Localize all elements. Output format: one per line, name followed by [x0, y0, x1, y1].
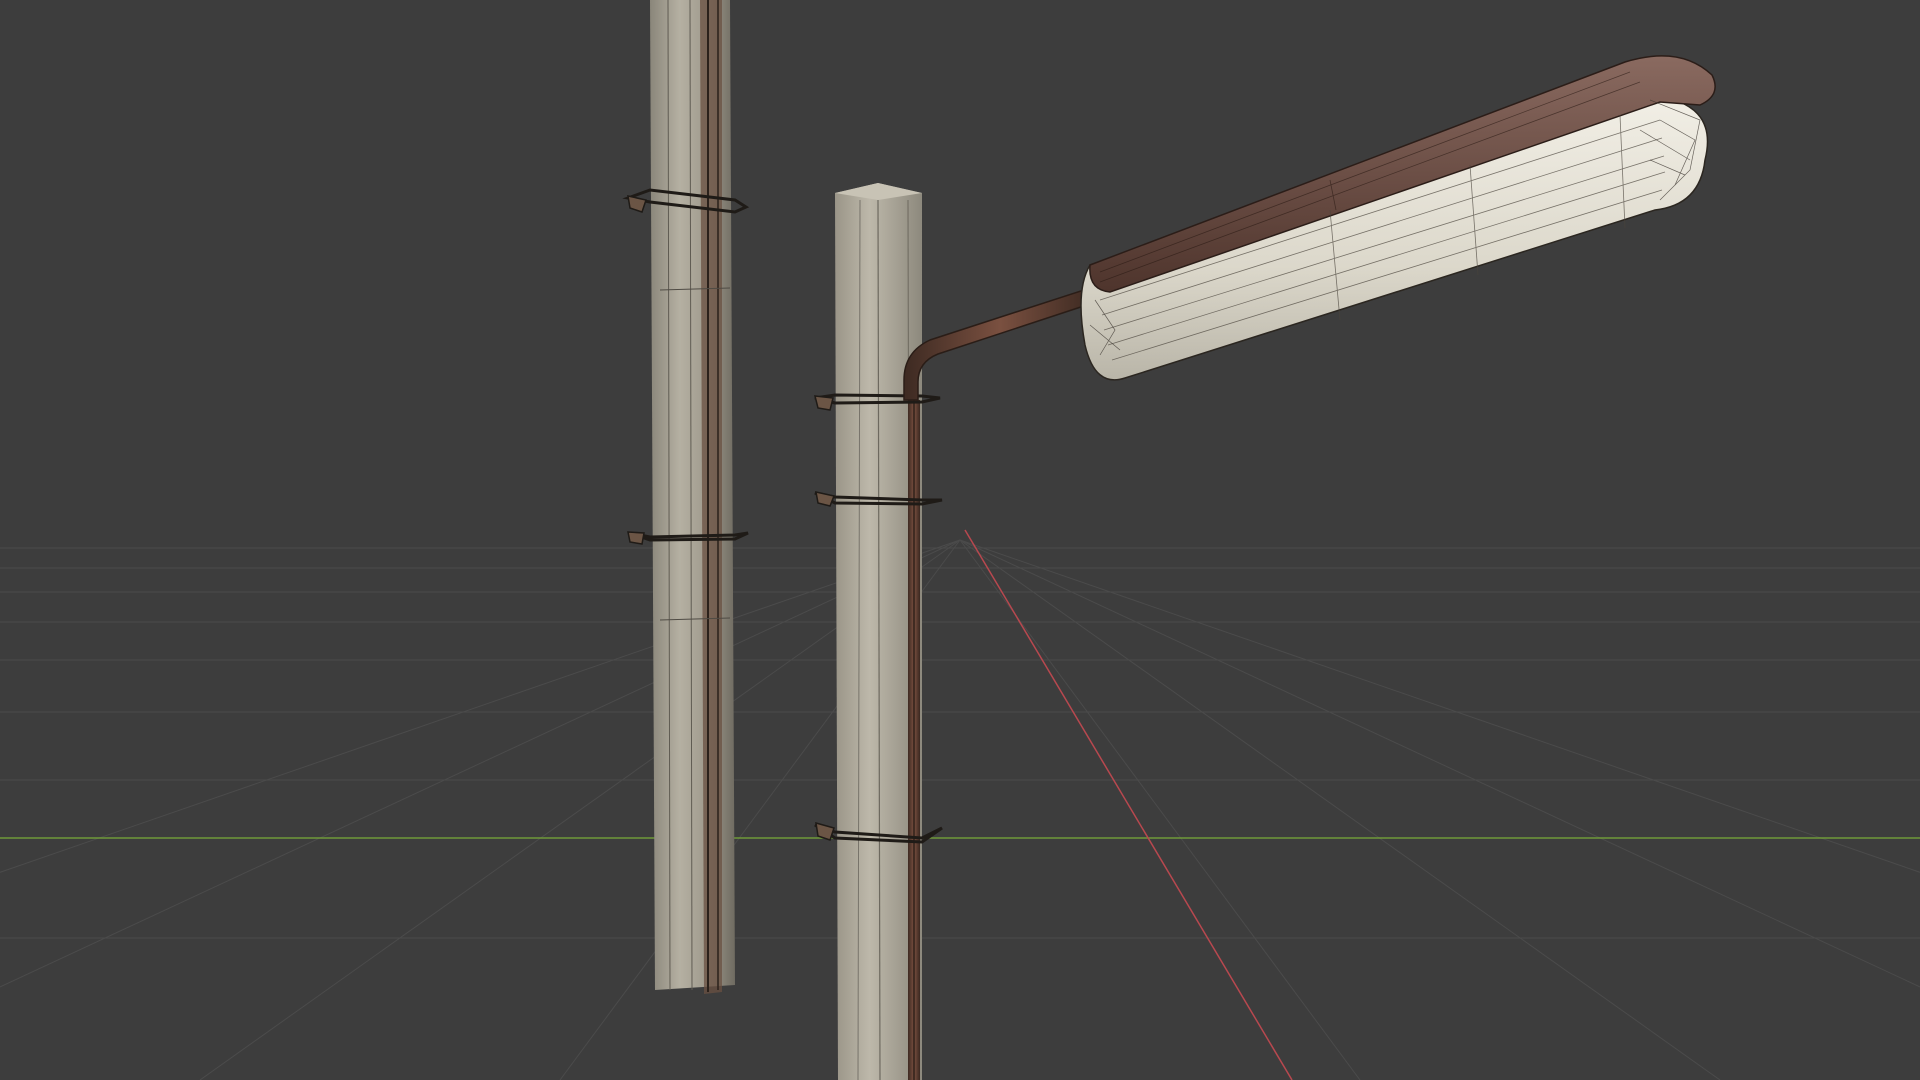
concrete-pole-right[interactable] [814, 183, 943, 1080]
concrete-pole-left[interactable] [622, 0, 750, 994]
viewport-canvas[interactable] [0, 0, 1920, 1080]
floor-grid [0, 539, 1920, 1080]
street-lamp-arm[interactable] [903, 287, 1098, 401]
x-axis-line [964, 529, 1293, 1080]
street-lamp-head[interactable] [1080, 55, 1716, 381]
3d-viewport[interactable] [0, 0, 1920, 1080]
